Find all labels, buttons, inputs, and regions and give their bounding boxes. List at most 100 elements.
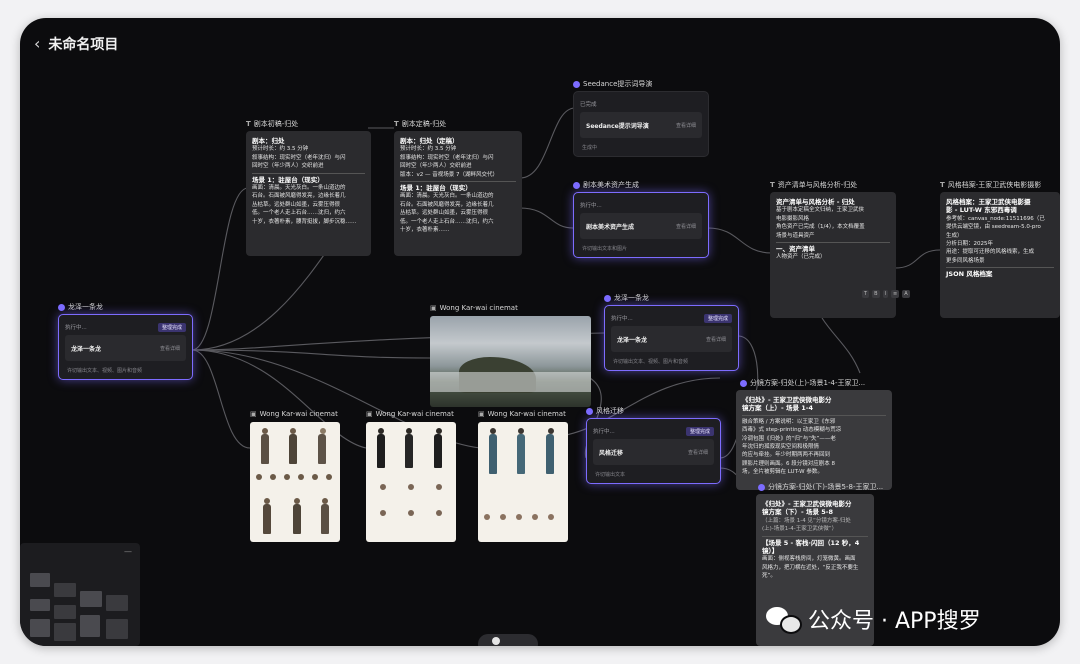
node-title: Seedance提示词导演 — [583, 80, 653, 88]
character-sheet-image — [366, 422, 456, 542]
agent-icon — [758, 483, 765, 491]
view-detail-button[interactable]: 查看详细 — [688, 449, 708, 456]
doc-line: 场景 1：驻屋台（现实） — [400, 184, 472, 193]
view-detail-button[interactable]: 查看详细 — [160, 345, 180, 352]
doc-line: 场，全片被剪辑在 LUT-W 参数。 — [742, 469, 823, 476]
wire — [191, 187, 249, 351]
doc-line: 画面：侧视客栈房间，灯笼微黄。画面 — [762, 556, 856, 563]
asset-list-node[interactable]: T 资产清单与风格分析-归处 资产清单与风格分析 - 归处 基于剧本定稿全文归纳… — [770, 181, 896, 318]
doc-line: 丛枯草。远处群山如墨，云雾压得很 — [400, 210, 489, 217]
script-draft-node[interactable]: T 剧本初稿-归处 剧本：归处 预计时长：约 3.5 分钟 叙事结构：现实时空（… — [246, 120, 371, 256]
node-title: Wong Kar-wai cinemat — [439, 304, 518, 312]
character-sheet-node[interactable]: ▣ Wong Kar-wai cinemat — [478, 410, 568, 542]
image-icon: ▣ — [366, 410, 373, 418]
doc-line: 镜方案（下）- 场景 5-8 — [762, 508, 833, 517]
doc-line: 人物资产（已完成） — [776, 254, 826, 261]
wire — [519, 207, 574, 229]
character-sheet-node[interactable]: ▣ Wong Kar-wai cinemat — [250, 410, 340, 542]
doc-line: (上)-场景1-4-王家卫武侠微”） — [762, 526, 838, 533]
view-detail-button[interactable]: 查看详细 — [706, 336, 726, 343]
doc-line: 画面：清晨。天光灰白。一条山道边的 — [400, 193, 494, 200]
art-asset-node[interactable]: 剧本美术资产生成 执行中... 剧本美术资产生成 查看详细 许切输出文本和图片 — [573, 181, 709, 258]
doc-line: 资产清单与风格分析 - 归处 — [776, 198, 855, 206]
inner-label: 风格迁移 — [599, 450, 624, 457]
status-text: 执行中... — [611, 316, 633, 322]
agent-icon — [573, 80, 580, 88]
toolbar-button[interactable]: A — [902, 290, 910, 298]
doc-line: 石台。石面被风磨得发亮，边缘长着几 — [400, 201, 494, 208]
toolbar-button[interactable]: T — [862, 290, 870, 298]
status-badge: 整理完成 — [685, 426, 714, 436]
node-title: 剧本定稿-归处 — [401, 120, 447, 128]
node-title: 剧本美术资产生成 — [583, 181, 639, 189]
minimize-icon[interactable]: — — [124, 547, 132, 556]
doc-line: 角色资产已完成（1/4），本文档覆盖 — [776, 224, 865, 231]
doc-line: 基于剧本定稿全文归纳，王家卫武侠 — [776, 207, 865, 214]
view-detail-button[interactable]: 查看详细 — [676, 122, 696, 129]
text-icon: T — [246, 120, 251, 128]
doc-line: 低。一个老人走上石台……沈归，约六 — [400, 218, 494, 225]
node-title: Wong Kar-wai cinemat — [487, 410, 566, 418]
node-title: 风格档案-王家卫武侠电影摄影 — [947, 181, 1042, 189]
view-detail-button[interactable]: 查看详细 — [676, 223, 696, 230]
seedance-node[interactable]: Seedance提示词导演 已完成 Seedance提示词导演 查看详细 生成中 — [573, 80, 709, 157]
status-badge: 整理完成 — [157, 322, 186, 332]
doc-line: 的应与牵挂。年少时期两两不再回到 — [742, 452, 831, 459]
toolbar-button[interactable]: ≡ — [890, 290, 900, 298]
doc-line: （上篇：场景 1-4 见“分镜方案-归处 — [762, 517, 851, 524]
toolbar-button[interactable]: I — [882, 290, 888, 298]
doc-line: 顾影片理则画面。6 段分镜对应剧本 8 — [742, 460, 835, 467]
agent-icon — [740, 379, 747, 387]
node-title: 资产清单与风格分析-归处 — [777, 181, 858, 189]
landscape-image — [430, 316, 591, 407]
doc-line: 预计时长：约 3.5 分钟 — [252, 146, 309, 153]
node-footer: 许切输出文本 — [595, 472, 626, 478]
doc-line: 【场景 5 - 客栈·闪回（12 秒，4 — [762, 538, 860, 547]
shot-plan-node[interactable]: 分镜方案-归处(上)-场景1-4-王家卫... 《归处》- 王家卫武侠微电影分 … — [736, 379, 892, 490]
wire — [894, 249, 941, 269]
doc-line: 年沈归的孤寂现实空间和极限情 — [742, 444, 820, 451]
doc-line: 死”。 — [762, 573, 776, 580]
doc-line: 风格力，把刀横在近处，“反正我不要生 — [762, 564, 859, 571]
text-icon: T — [770, 181, 775, 189]
node-title: 风格迁移 — [596, 407, 624, 415]
doc-line: 回时空（年少两人）交织前进 — [252, 163, 324, 170]
toolbar-button[interactable]: B — [872, 290, 880, 298]
canvas-window: ‹ 未命名项目 龙泽一条龙 执行中... 整理完成 龙泽一条龙 查看详细 许切输… — [20, 18, 1060, 646]
style-migration-node[interactable]: 风格迁移 执行中... 整理完成 风格迁移 查看详细 许切输出文本 — [586, 407, 721, 484]
inner-label: 龙泽一条龙 — [71, 346, 102, 353]
text-icon: T — [394, 120, 399, 128]
landscape-image-node[interactable]: ▣ Wong Kar-wai cinemat — [430, 304, 591, 407]
status-text: 已完成 — [580, 102, 597, 108]
dragon-node-2[interactable]: 龙泽一条龙 执行中... 整理完成 龙泽一条龙 查看详细 许切输出文本、视频、图… — [604, 294, 739, 371]
doc-line: 预计时长：约 3.5 分钟 — [400, 146, 457, 153]
doc-line: 提供云端空镜，由 seedream-5.0-pro — [946, 224, 1041, 231]
zoom-control[interactable] — [478, 634, 538, 646]
image-icon: ▣ — [250, 410, 257, 418]
minimap[interactable]: — — [20, 543, 140, 646]
node-footer: 许切输出文本和图片 — [582, 246, 628, 252]
doc-line: 场景与道具资产 — [776, 232, 815, 239]
style-archive-node[interactable]: T 风格档案-王家卫武侠电影摄影 风格档案：王家卫武侠电影摄 影 - LUT-W… — [940, 181, 1060, 318]
doc-line: 更多同风格场景 — [946, 257, 985, 264]
doc-line: 冷调包围《归处》的“归”与“失”——老 — [742, 435, 836, 442]
node-title: 分镜方案-归处(下)-场景5-8-王家卫... — [768, 483, 884, 491]
doc-line: 低。一个老人走上石台……沈归，约六 — [252, 210, 346, 217]
watermark-text: 公众号 · APP搜罗 — [808, 609, 981, 634]
source-node[interactable]: 龙泽一条龙 执行中... 整理完成 龙泽一条龙 查看详细 许切输出文本、视频、图… — [58, 303, 193, 380]
agent-icon — [604, 294, 611, 302]
inner-label: 剧本美术资产生成 — [586, 224, 635, 231]
character-sheet-node[interactable]: ▣ Wong Kar-wai cinemat — [366, 410, 456, 542]
doc-line: 用途：提取可迁移的风格线索，生成 — [946, 249, 1035, 256]
doc-line: 剧本：归处（定稿） — [400, 137, 459, 145]
doc-line: 版本：v2 — 音视场景 7（湖畔风交代） — [400, 171, 498, 178]
script-final-node[interactable]: T 剧本定稿-归处 剧本：归处（定稿） 预计时长：约 3.5 分钟 叙事结构：现… — [394, 120, 522, 256]
doc-line: 叙事结构：现实时空（老年沈归）与闪 — [400, 154, 494, 161]
doc-line: 十岁，衣著朴素…… — [400, 227, 450, 234]
doc-line: 西毒》式 step-printing 动态模糊与荒凉 — [742, 427, 842, 434]
text-icon: T — [940, 181, 945, 189]
doc-line: JSON 风格档案 — [946, 270, 993, 279]
node-title: 龙泽一条龙 — [68, 303, 103, 311]
node-title: 剧本初稿-归处 — [253, 120, 299, 128]
wire — [707, 227, 773, 254]
